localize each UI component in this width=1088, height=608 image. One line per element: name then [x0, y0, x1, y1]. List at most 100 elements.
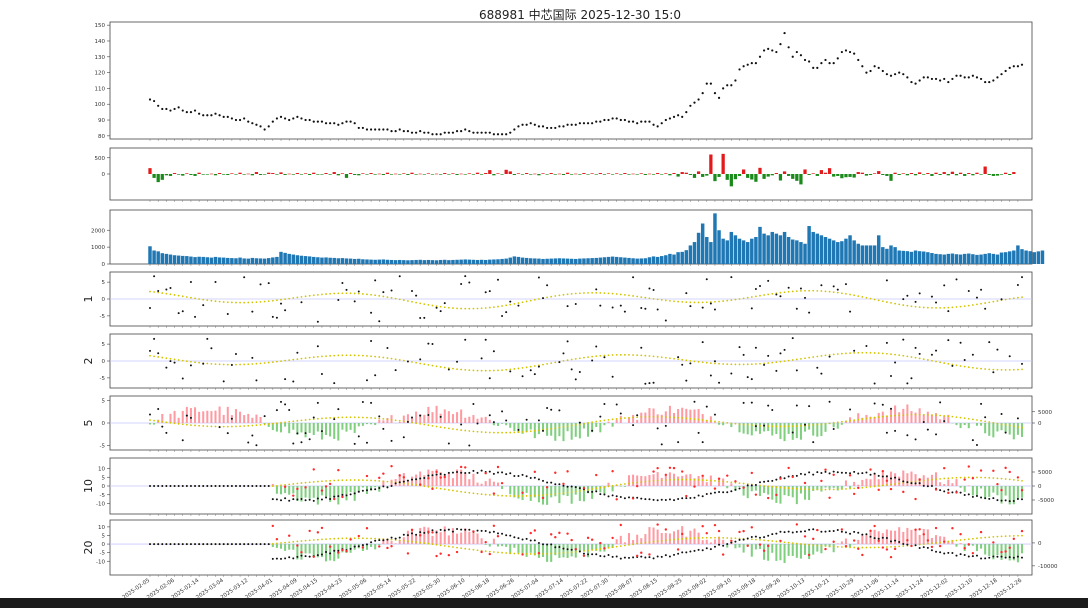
indicator-yellow-point	[341, 354, 344, 357]
indicator-black-point	[292, 380, 295, 383]
indicator-yellow-point	[157, 356, 160, 358]
indicator-black-point	[652, 498, 655, 501]
indicator-yellow-point	[886, 484, 888, 486]
indicator-yellow-point	[464, 429, 467, 432]
indicator-yellow-point	[517, 552, 520, 555]
indicator-black-point	[820, 530, 823, 533]
indicator-yellow-point	[992, 477, 995, 479]
indicator-yellow-point	[619, 545, 622, 548]
price-point	[509, 131, 512, 134]
indicator-yellow-point	[955, 539, 958, 542]
indicator-black-point	[967, 289, 970, 292]
volume-change-bar	[492, 174, 496, 176]
indicator-red-point	[652, 470, 655, 473]
indicator-yellow-point	[845, 488, 847, 490]
volume-change-bar	[291, 174, 295, 175]
indicator-yellow-point	[578, 357, 581, 360]
indicator-black-point	[889, 375, 892, 378]
indicator-yellow-point	[664, 539, 667, 542]
indicator-bar	[615, 419, 618, 423]
indicator-yellow-point	[1012, 478, 1015, 481]
volume-bar	[991, 253, 996, 264]
indicator-black-point	[505, 419, 508, 422]
indicator-black-point	[763, 424, 766, 427]
indicator-yellow-point	[558, 552, 561, 555]
indicator-black-point	[603, 402, 606, 405]
indicator-yellow-point	[865, 417, 868, 420]
indicator-black-point	[206, 543, 209, 546]
indicator-black-point	[566, 548, 569, 551]
indicator-yellow-point	[918, 357, 921, 360]
indicator-yellow-point	[361, 354, 364, 357]
indicator-bar	[288, 486, 291, 495]
indicator-black-point	[701, 549, 704, 552]
indicator-yellow-point	[709, 362, 712, 364]
indicator-red-point	[1020, 489, 1024, 492]
price-point	[893, 73, 897, 76]
indicator-black-point	[337, 495, 340, 498]
indicator-bar	[771, 486, 774, 500]
volume-bar	[201, 256, 205, 264]
indicator-bar	[808, 423, 811, 430]
price-point	[537, 125, 541, 128]
indicator-black-point	[578, 371, 581, 374]
indicator-yellow-point	[177, 359, 180, 361]
indicator-red-point	[721, 553, 725, 556]
indicator-black-point	[623, 310, 626, 313]
volume-change-bar	[750, 174, 754, 180]
indicator-yellow-point	[693, 418, 696, 421]
indicator-black-point	[488, 414, 491, 417]
volume-bar	[762, 233, 766, 264]
indicator-black-point	[505, 473, 508, 476]
indicator-red-point	[439, 552, 442, 555]
indicator-bar	[333, 423, 336, 439]
indicator-yellow-point	[951, 477, 954, 479]
indicator-yellow-point	[701, 479, 704, 481]
volume-change-bar	[549, 173, 553, 174]
volume-change-bar	[537, 174, 541, 176]
indicator-yellow-point	[808, 356, 811, 359]
indicator-bar	[898, 412, 901, 423]
volume-bar	[594, 257, 598, 264]
volume-change-bar	[561, 174, 566, 175]
price-point	[243, 117, 246, 120]
price-point	[304, 118, 307, 122]
price-point	[697, 98, 700, 101]
indicator-black-point	[472, 403, 475, 406]
indicator-yellow-point	[570, 292, 573, 295]
indicator-yellow-point	[840, 420, 843, 423]
indicator-bar	[980, 423, 983, 426]
y-axis-label: 5	[82, 420, 95, 427]
indicator-black-point	[873, 402, 876, 405]
indicator-black-point	[189, 485, 192, 487]
indicator-yellow-point	[980, 419, 982, 422]
indicator-bar	[705, 539, 708, 545]
price-point	[255, 123, 258, 126]
volume-change-bar	[316, 174, 320, 175]
indicator-yellow-point	[276, 542, 278, 545]
indicator-yellow-point	[198, 361, 201, 364]
volume-change-bar	[705, 174, 709, 176]
price-point	[914, 82, 917, 85]
indicator-bar	[824, 486, 827, 488]
price-point	[361, 126, 364, 130]
indicator-yellow-point	[259, 423, 262, 426]
indicator-black-point	[533, 476, 536, 479]
indicator-black-point	[226, 432, 229, 435]
indicator-yellow-point	[173, 294, 176, 296]
indicator-black-point	[849, 472, 852, 475]
indicator-black-point	[935, 301, 938, 304]
price-point	[783, 31, 786, 35]
indicator-bar	[480, 538, 483, 545]
indicator-red-point	[296, 487, 299, 491]
price-point	[173, 107, 176, 111]
price-point	[644, 120, 647, 123]
indicator-yellow-point	[546, 493, 549, 496]
indicator-black-point	[894, 476, 897, 479]
indicator-red-point	[824, 468, 827, 471]
indicator-yellow-point	[509, 368, 512, 371]
indicator-black-point	[185, 485, 188, 487]
price-point	[415, 131, 418, 134]
indicator-yellow-point	[337, 354, 340, 357]
indicator-black-point	[386, 486, 389, 489]
